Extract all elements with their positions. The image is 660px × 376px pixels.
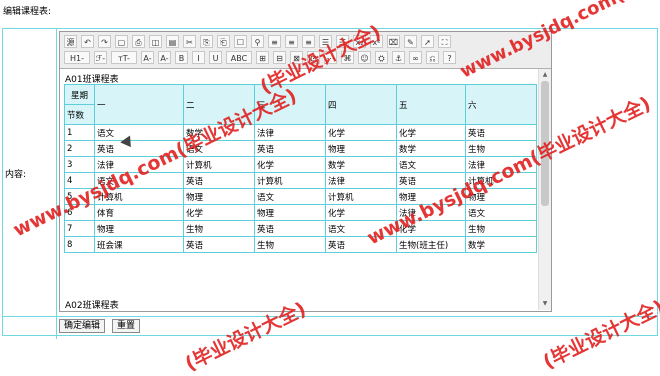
toolbar-button[interactable]: ⊞ — [256, 51, 269, 64]
table-cell[interactable]: 化学 — [396, 124, 466, 141]
table-cell[interactable]: 物理 — [183, 188, 255, 205]
toolbar-button[interactable]: A- — [158, 51, 171, 64]
content-label: 内容: — [5, 170, 27, 180]
table-cell[interactable]: 英语 — [254, 140, 326, 157]
table-cell[interactable]: 法律 — [254, 124, 326, 141]
toolbar-button[interactable]: ◫ — [149, 35, 162, 48]
label-column-divider — [56, 28, 57, 339]
table-caption: A02班课程表 — [65, 301, 119, 310]
toolbar-button[interactable]: ▢ — [115, 35, 128, 48]
table-header-row: 星期 一 二 三 四 五 六 — [64, 84, 537, 125]
table-cell[interactable]: 语文 — [254, 188, 326, 205]
table-cell[interactable]: 物理 — [94, 220, 184, 237]
table-cell[interactable]: 计算机 — [183, 156, 255, 173]
table-cell[interactable]: 体育 — [94, 204, 184, 221]
toolbar-button[interactable]: ? — [443, 51, 456, 64]
toolbar-button[interactable]: ℱ- — [94, 51, 107, 64]
table-cell[interactable]: 语文 — [465, 204, 537, 221]
toolbar-button[interactable]: ⎌ — [426, 51, 439, 64]
toolbar-button[interactable]: ✎ — [404, 35, 417, 48]
table-cell[interactable]: 1 — [64, 124, 95, 141]
table-cell[interactable]: 化学 — [325, 124, 397, 141]
table-cell[interactable]: 数学 — [325, 156, 397, 173]
table-header-cell[interactable]: 四 — [325, 84, 397, 125]
table-cell[interactable]: 语文 — [396, 156, 466, 173]
toolbar-button[interactable]: ⛶ — [438, 35, 451, 48]
table-cell[interactable]: 班会课 — [94, 236, 184, 253]
toolbar-button[interactable]: ⛭ — [375, 51, 388, 64]
table-cell[interactable]: 计算机 — [325, 188, 397, 205]
scroll-down-arrow-icon[interactable]: ▼ — [541, 300, 549, 308]
toolbar-button[interactable]: U — [209, 51, 222, 64]
table-cell[interactable]: 英语 — [254, 220, 326, 237]
toolbar-button[interactable]: B — [175, 51, 188, 64]
table-header-cell[interactable]: 一 — [94, 84, 184, 125]
toolbar-button[interactable]: ≡ — [268, 35, 281, 48]
editor-scrollbar[interactable]: ▲ ▼ — [538, 69, 551, 310]
toolbar-button[interactable]: ⎘ — [200, 35, 213, 48]
table-row: 6 体育 化学 物理 化学 法律 语文 — [64, 204, 537, 221]
toolbar-button[interactable]: ABC — [226, 51, 252, 64]
table-cell[interactable]: 物理 — [254, 204, 326, 221]
table-cell[interactable]: 法律 — [325, 172, 397, 189]
table-cell[interactable]: 3 — [64, 156, 95, 173]
toolbar-button[interactable]: ▤ — [166, 35, 179, 48]
table-row: 1 语文 数学 法律 化学 化学 英语 — [64, 124, 537, 141]
toolbar-button[interactable]: ↷ — [98, 35, 111, 48]
table-cell[interactable]: 生物 — [465, 220, 537, 237]
table-cell[interactable]: 数学 — [396, 140, 466, 157]
table-header-cell[interactable]: 节数 — [64, 104, 95, 125]
toolbar-button[interactable]: ➚ — [421, 35, 434, 48]
toolbar-button[interactable]: ⚲ — [251, 35, 264, 48]
table-cell[interactable]: 英语 — [183, 236, 255, 253]
toolbar-button[interactable]: ⌧ — [387, 35, 400, 48]
table-row: 8 班会课 英语 生物 英语 生物(班主任) 数学 — [64, 236, 537, 253]
table-cell[interactable]: 英语 — [183, 172, 255, 189]
reset-button[interactable]: 重置 — [112, 319, 141, 333]
table-cell[interactable]: 计算机 — [254, 172, 326, 189]
table-cell[interactable]: 生物(班主任) — [396, 236, 466, 253]
toolbar-button[interactable]: тT- — [111, 51, 137, 64]
table-cell[interactable]: 生物 — [254, 236, 326, 253]
table-header-cell[interactable]: 五 — [396, 84, 466, 125]
table-row: 7 物理 生物 英语 语文 化学 生物 — [64, 220, 537, 237]
button-row-divider — [2, 316, 656, 317]
toolbar-button[interactable]: ✂ — [183, 35, 196, 48]
toolbar-button[interactable]: 源 — [64, 35, 77, 48]
toolbar-button[interactable]: A- — [141, 51, 154, 64]
table-cell[interactable]: 2 — [64, 140, 95, 157]
toolbar-button[interactable]: ∞ — [409, 51, 422, 64]
toolbar-button[interactable]: ↶ — [81, 35, 94, 48]
table-cell[interactable]: 生物 — [183, 220, 255, 237]
toolbar-button[interactable]: ⚓ — [392, 51, 405, 64]
table-cell[interactable]: 化学 — [183, 204, 255, 221]
table-cell[interactable]: 物理 — [325, 140, 397, 157]
toolbar-button[interactable]: H1- — [64, 51, 90, 64]
table-header-cell[interactable]: 六 — [465, 84, 537, 125]
confirm-edit-button[interactable]: 确定编辑 — [59, 319, 106, 333]
table-header-cell[interactable]: 星期 — [64, 84, 95, 105]
table-cell[interactable]: 数学 — [465, 236, 537, 253]
page-title: 编辑课程表: — [3, 7, 52, 17]
scroll-up-arrow-icon[interactable]: ▲ — [541, 71, 549, 79]
toolbar-button[interactable]: ☐ — [234, 35, 247, 48]
toolbar-button[interactable]: ⎙ — [132, 35, 145, 48]
table-cell[interactable]: 化学 — [254, 156, 326, 173]
toolbar-button[interactable]: ⎗ — [217, 35, 230, 48]
table-cell[interactable]: 7 — [64, 220, 95, 237]
toolbar-button[interactable]: I — [192, 51, 205, 64]
toolbar-button[interactable]: ≡ — [285, 35, 298, 48]
table-cell[interactable]: 8 — [64, 236, 95, 253]
table-cell[interactable]: 英语 — [465, 124, 537, 141]
